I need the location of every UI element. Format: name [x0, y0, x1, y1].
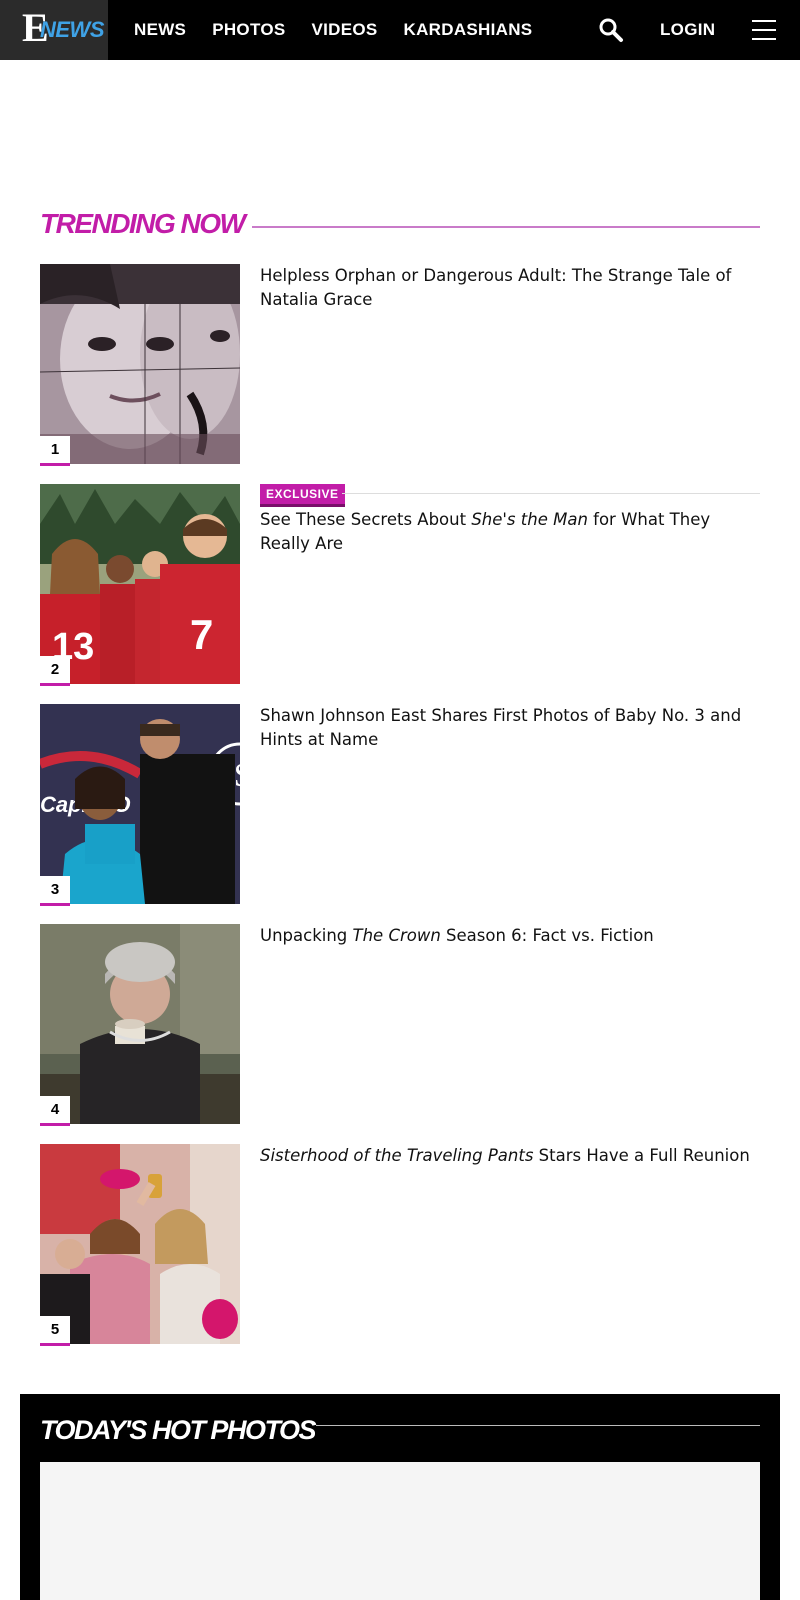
- rank-badge: 1: [40, 436, 70, 466]
- headline-title: The Crown: [352, 926, 441, 945]
- hot-photos-divider: [316, 1425, 760, 1426]
- exclusive-divider: [342, 493, 760, 494]
- enews-logo[interactable]: E NEWS: [0, 0, 108, 60]
- trending-item-2[interactable]: 13 7 2 EXCLUSIVE See These Secrets About…: [40, 484, 760, 686]
- trending-title: TRENDING NOW: [40, 208, 246, 239]
- site-header: E NEWS NEWS PHOTOS VIDEOS KARDASHIANS LO…: [0, 0, 800, 60]
- headline-text: Stars Have a Full Reunion: [533, 1146, 750, 1165]
- nav-videos[interactable]: VIDEOS: [311, 20, 377, 40]
- headline-link[interactable]: Sisterhood of the Traveling Pants Stars …: [260, 1144, 750, 1168]
- headline-title: She's the Man: [471, 510, 588, 529]
- trending-divider: [252, 226, 760, 228]
- trending-item-3[interactable]: CapitalO ES 3 Shawn Johnson East Shares …: [40, 704, 760, 906]
- rank-badge: 5: [40, 1316, 70, 1346]
- menu-icon[interactable]: [752, 20, 776, 40]
- headline-link[interactable]: See These Secrets About She's the Man fo…: [260, 508, 750, 556]
- nav-kardashians[interactable]: KARDASHIANS: [404, 20, 533, 40]
- headline-text: See These Secrets About: [260, 510, 472, 529]
- thumbnail-image[interactable]: 13 7: [40, 484, 240, 684]
- trending-item-5[interactable]: 5 Sisterhood of the Traveling Pants Star…: [40, 1144, 760, 1346]
- thumbnail-image[interactable]: CapitalO ES: [40, 704, 240, 904]
- hot-photos-section: TODAY'S HOT PHOTOS: [20, 1394, 780, 1600]
- logo-news: NEWS: [40, 17, 105, 42]
- rank-badge: 2: [40, 656, 70, 686]
- trending-item-1[interactable]: 1 Helpless Orphan or Dangerous Adult: Th…: [40, 264, 760, 466]
- thumbnail-image[interactable]: [40, 264, 240, 464]
- exclusive-badge: EXCLUSIVE: [260, 484, 345, 507]
- login-link[interactable]: LOGIN: [660, 0, 715, 60]
- rank-badge: 3: [40, 876, 70, 906]
- headline-text: Unpacking: [260, 926, 353, 945]
- hot-photos-title: TODAY'S HOT PHOTOS: [40, 1415, 316, 1445]
- trending-item-4[interactable]: 4 Unpacking The Crown Season 6: Fact vs.…: [40, 924, 760, 1126]
- headline-link[interactable]: Shawn Johnson East Shares First Photos o…: [260, 704, 750, 752]
- svg-text:7: 7: [190, 611, 213, 658]
- headline-link[interactable]: Helpless Orphan or Dangerous Adult: The …: [260, 264, 750, 312]
- headline-link[interactable]: Unpacking The Crown Season 6: Fact vs. F…: [260, 924, 750, 948]
- headline-text: Season 6: Fact vs. Fiction: [440, 926, 654, 945]
- main-nav: NEWS PHOTOS VIDEOS KARDASHIANS: [134, 0, 532, 60]
- search-icon[interactable]: [598, 17, 624, 43]
- headline-title: Sisterhood of the Traveling Pants: [260, 1146, 534, 1165]
- thumbnail-image[interactable]: [40, 924, 240, 1124]
- rank-badge: 4: [40, 1096, 70, 1126]
- hot-photos-card[interactable]: [40, 1462, 760, 1600]
- nav-photos[interactable]: PHOTOS: [212, 20, 285, 40]
- nav-news[interactable]: NEWS: [134, 20, 186, 40]
- thumbnail-image[interactable]: [40, 1144, 240, 1344]
- exclusive-label: EXCLUSIVE: [260, 484, 760, 508]
